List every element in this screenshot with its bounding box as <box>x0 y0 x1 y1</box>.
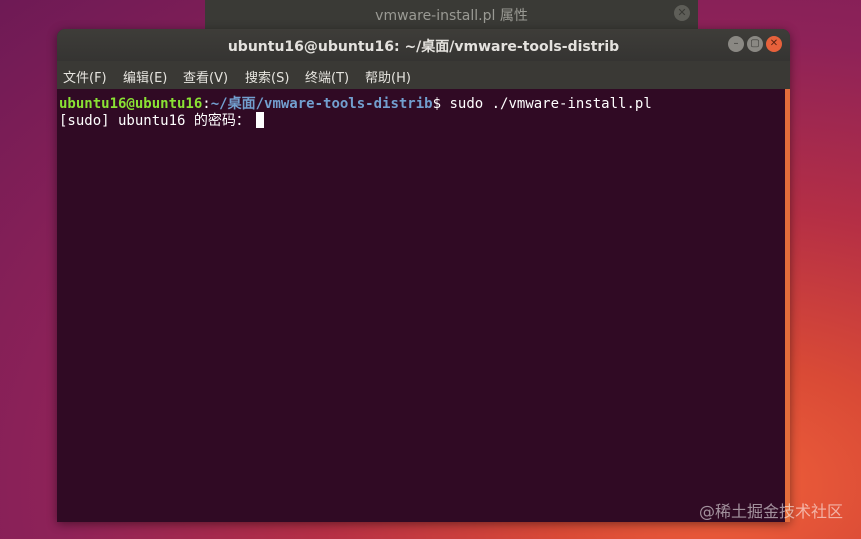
menu-search[interactable]: 搜索(S) <box>245 67 289 86</box>
maximize-icon[interactable]: ▢ <box>747 36 763 52</box>
terminal-window: ubuntu16@ubuntu16: ~/桌面/vmware-tools-dis… <box>57 29 790 522</box>
menu-bar: 文件(F) 编辑(E) 查看(V) 搜索(S) 终端(T) 帮助(H) <box>57 61 790 89</box>
properties-dialog-title: vmware-install.pl 属性 <box>375 8 528 24</box>
menu-view[interactable]: 查看(V) <box>183 67 228 86</box>
properties-dialog-window: vmware-install.pl 属性 ✕ <box>205 0 698 32</box>
command-text: sudo ./vmware-install.pl <box>449 96 652 112</box>
terminal-titlebar[interactable]: ubuntu16@ubuntu16: ~/桌面/vmware-tools-dis… <box>57 29 790 61</box>
text-cursor <box>255 112 264 128</box>
menu-terminal[interactable]: 终端(T) <box>305 67 349 86</box>
password-prompt: [sudo] ubuntu16 的密码： <box>59 113 250 129</box>
watermark-text: @稀土掘金技术社区 <box>698 502 843 521</box>
menu-file[interactable]: 文件(F) <box>63 67 107 86</box>
menu-edit[interactable]: 编辑(E) <box>123 67 167 86</box>
terminal-scrollbar[interactable] <box>785 89 790 522</box>
properties-dialog-close-icon[interactable]: ✕ <box>674 5 690 21</box>
prompt-suffix: $ <box>432 96 450 112</box>
terminal-output[interactable]: ubuntu16@ubuntu16:~/桌面/vmware-tools-dist… <box>57 89 785 522</box>
minimize-icon[interactable]: – <box>728 36 744 52</box>
menu-help[interactable]: 帮助(H) <box>365 67 411 86</box>
window-title: ubuntu16@ubuntu16: ~/桌面/vmware-tools-dis… <box>227 39 620 55</box>
close-icon[interactable]: ✕ <box>766 36 782 52</box>
password-line: [sudo] ubuntu16 的密码： <box>59 110 264 130</box>
